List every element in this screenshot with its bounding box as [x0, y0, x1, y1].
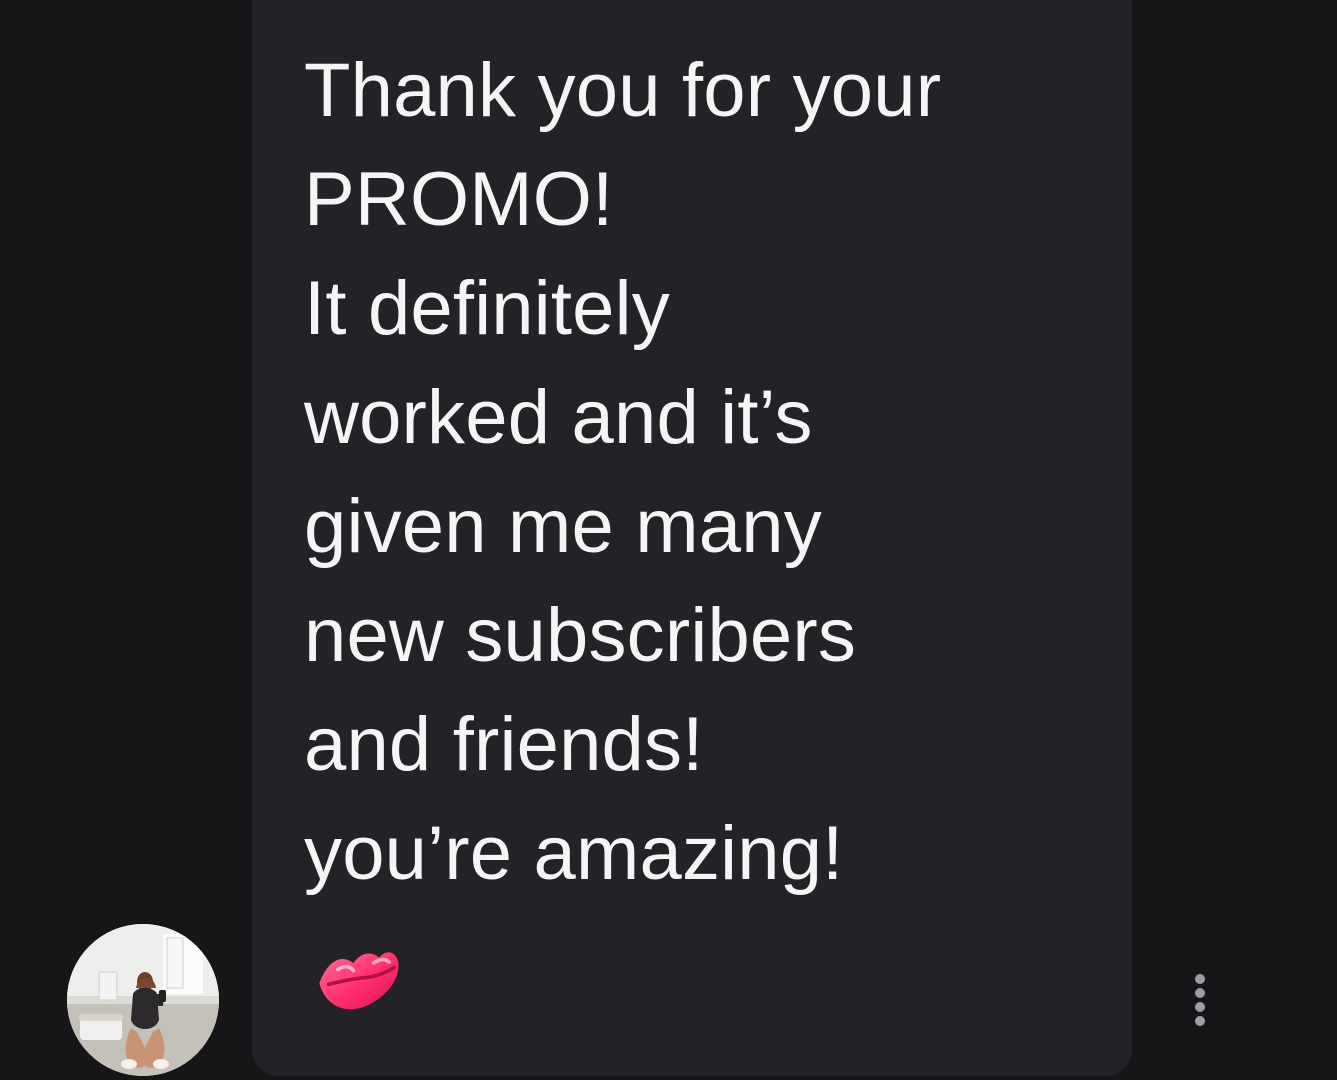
message-line: you’re amazing! [304, 811, 844, 896]
message-text: Thank you for your PROMO! It definitely … [304, 36, 1104, 908]
message-line: PROMO! [304, 157, 614, 242]
kiss-mark-icon [312, 930, 404, 1022]
message-line: new subscribers [304, 593, 857, 678]
profile-photo-avatar[interactable] [67, 924, 219, 1076]
message-line: Thank you for your [304, 48, 942, 133]
more-vertical-icon [1195, 1016, 1205, 1026]
more-vertical-icon [1195, 1002, 1205, 1012]
chat-screen: Thank you for your PROMO! It definitely … [0, 0, 1337, 1080]
more-vertical-icon [1195, 988, 1205, 998]
more-vertical-icon [1195, 974, 1205, 984]
message-line: given me many [304, 484, 822, 569]
message-line: and friends! [304, 702, 704, 787]
more-options-button[interactable] [1180, 972, 1220, 1028]
message-line: worked and it’s [304, 375, 813, 460]
message-line: It definitely [304, 266, 670, 351]
